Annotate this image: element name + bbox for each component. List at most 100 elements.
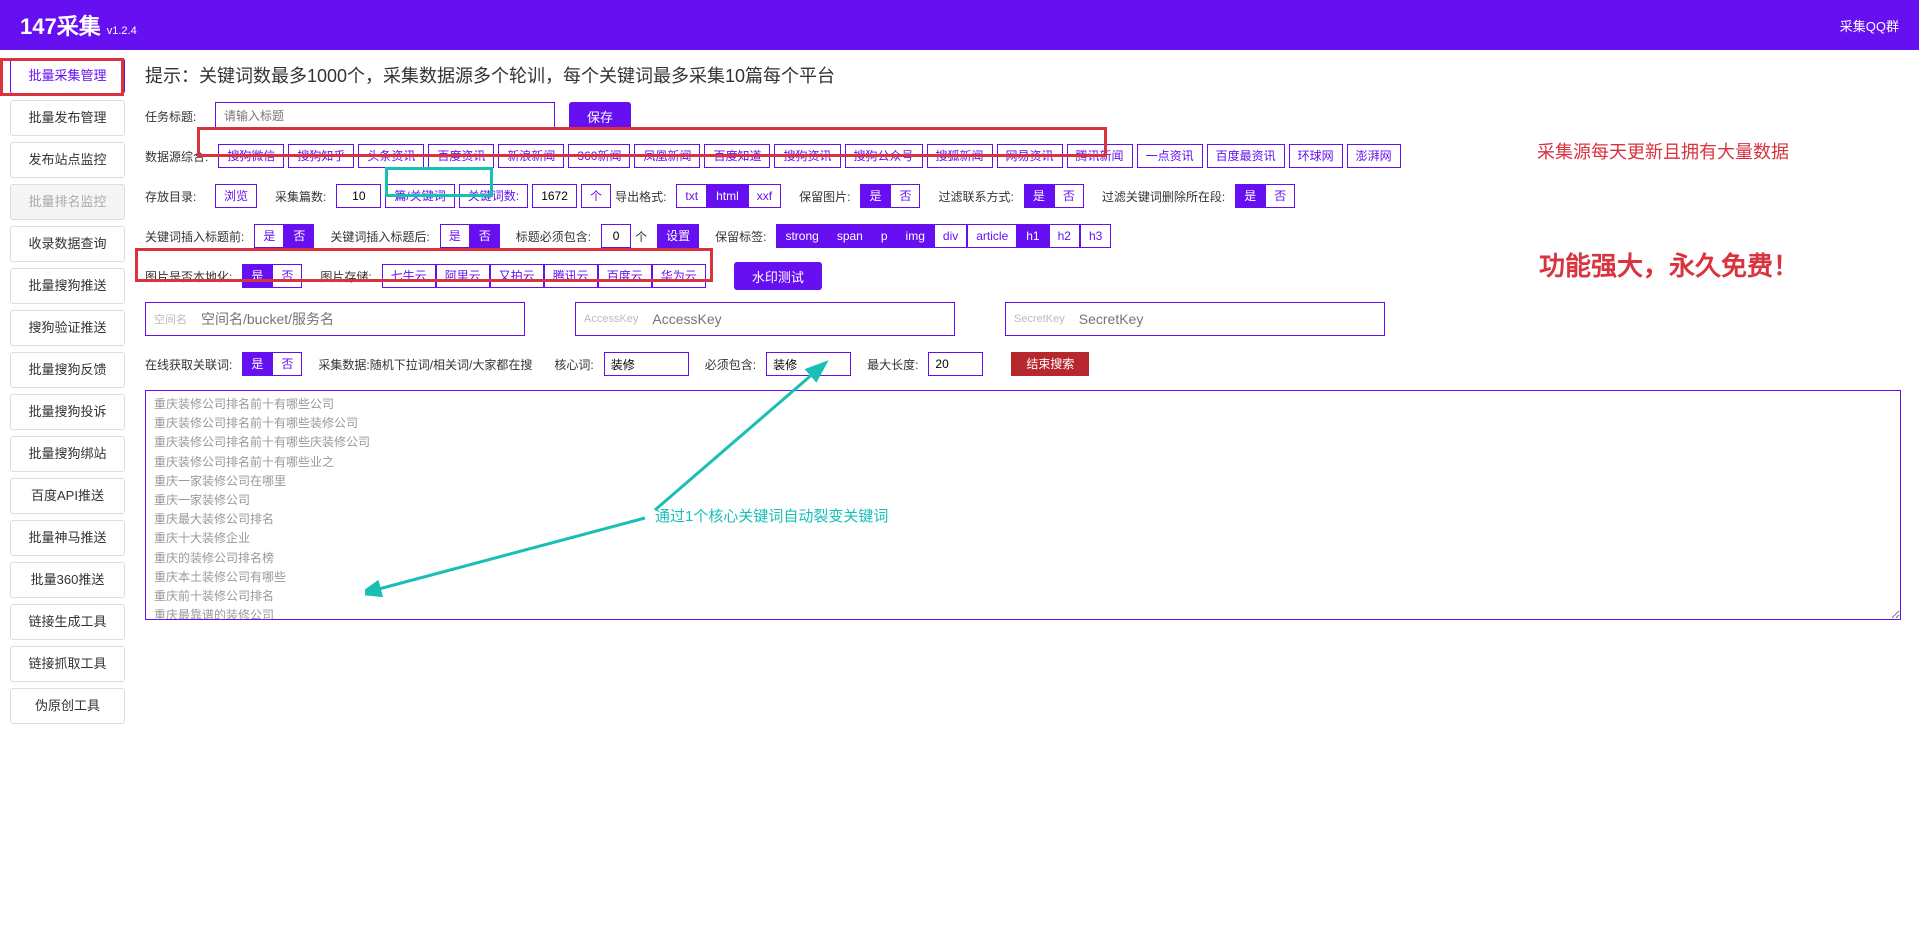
keepimg-no[interactable]: 否 bbox=[890, 184, 920, 208]
sidebar-item-15[interactable]: 伪原创工具 bbox=[10, 688, 125, 724]
save-button[interactable]: 保存 bbox=[569, 102, 631, 130]
source-tag-16[interactable]: 澎湃网 bbox=[1347, 144, 1401, 168]
keepimg-yes[interactable]: 是 bbox=[860, 184, 890, 208]
cloud-2[interactable]: 又拍云 bbox=[490, 264, 544, 288]
cloud-1[interactable]: 阿里云 bbox=[436, 264, 490, 288]
source-tag-8[interactable]: 搜狗资讯 bbox=[774, 144, 840, 168]
img-store-label: 图片存储: bbox=[320, 268, 371, 285]
source-tag-14[interactable]: 百度最资讯 bbox=[1207, 144, 1285, 168]
filter-contact-label: 过滤联系方式: bbox=[938, 188, 1013, 205]
sidebar: 批量采集管理批量发布管理发布站点监控批量排名监控收录数据查询批量搜狗推送搜狗验证… bbox=[0, 50, 135, 738]
source-tag-6[interactable]: 凤凰新闻 bbox=[634, 144, 700, 168]
task-title-label: 任务标题: bbox=[145, 108, 205, 125]
source-tag-4[interactable]: 新浪新闻 bbox=[498, 144, 564, 168]
source-tag-9[interactable]: 搜狗公众号 bbox=[845, 144, 923, 168]
cloud-3[interactable]: 腾讯云 bbox=[544, 264, 598, 288]
htmltag-strong[interactable]: strong bbox=[776, 224, 827, 248]
space-prefix: 空间名 bbox=[146, 311, 195, 327]
sidebar-item-7[interactable]: 批量搜狗反馈 bbox=[10, 352, 125, 388]
sidebar-item-1[interactable]: 批量发布管理 bbox=[10, 100, 125, 136]
source-tag-2[interactable]: 头条资讯 bbox=[358, 144, 424, 168]
htmltag-article[interactable]: article bbox=[967, 224, 1017, 248]
watermark-test-button[interactable]: 水印测试 bbox=[734, 262, 822, 290]
task-title-input[interactable] bbox=[215, 102, 555, 130]
ak-input[interactable] bbox=[646, 303, 954, 335]
title-must-input[interactable] bbox=[601, 224, 631, 248]
fmt-xxf[interactable]: xxf bbox=[748, 184, 781, 208]
source-tag-13[interactable]: 一点资讯 bbox=[1137, 144, 1203, 168]
filter-contact-no[interactable]: 否 bbox=[1054, 184, 1084, 208]
online-kw-yes[interactable]: 是 bbox=[242, 352, 272, 376]
source-tag-11[interactable]: 网易资讯 bbox=[997, 144, 1063, 168]
sidebar-item-9[interactable]: 批量搜狗绑站 bbox=[10, 436, 125, 472]
sidebar-item-12[interactable]: 批量360推送 bbox=[10, 562, 125, 598]
img-local-label: 图片是否本地化: bbox=[145, 268, 232, 285]
sidebar-item-5[interactable]: 批量搜狗推送 bbox=[10, 268, 125, 304]
htmltag-h2[interactable]: h2 bbox=[1049, 224, 1080, 248]
max-len-input[interactable] bbox=[928, 352, 983, 376]
source-tag-15[interactable]: 环球网 bbox=[1289, 144, 1343, 168]
htmltag-p[interactable]: p bbox=[872, 224, 897, 248]
delkw-yes[interactable]: 是 bbox=[1235, 184, 1265, 208]
space-name-field[interactable]: 空间名 bbox=[145, 302, 525, 336]
sidebar-item-3: 批量排名监控 bbox=[10, 184, 125, 220]
fmt-txt[interactable]: txt bbox=[676, 184, 707, 208]
source-tag-12[interactable]: 腾讯新闻 bbox=[1067, 144, 1133, 168]
htmltag-div[interactable]: div bbox=[934, 224, 967, 248]
htmltag-span[interactable]: span bbox=[828, 224, 872, 248]
htmltag-h3[interactable]: h3 bbox=[1080, 224, 1111, 248]
must-contain-input[interactable] bbox=[766, 352, 851, 376]
browse-button[interactable]: 浏览 bbox=[215, 184, 257, 208]
keepimg-label: 保留图片: bbox=[799, 188, 850, 205]
cloud-4[interactable]: 百度云 bbox=[598, 264, 652, 288]
sidebar-item-4[interactable]: 收录数据查询 bbox=[10, 226, 125, 262]
before-title-no[interactable]: 否 bbox=[284, 224, 314, 248]
filter-contact-yes[interactable]: 是 bbox=[1024, 184, 1054, 208]
before-title-yes[interactable]: 是 bbox=[254, 224, 284, 248]
cloud-5[interactable]: 华为云 bbox=[652, 264, 706, 288]
space-input[interactable] bbox=[195, 303, 524, 335]
keywords-textarea[interactable] bbox=[145, 390, 1901, 620]
sidebar-item-13[interactable]: 链接生成工具 bbox=[10, 604, 125, 640]
source-tag-7[interactable]: 百度知道 bbox=[704, 144, 770, 168]
sidebar-item-6[interactable]: 搜狗验证推送 bbox=[10, 310, 125, 346]
before-title-label: 关键词插入标题前: bbox=[145, 228, 244, 245]
source-tag-3[interactable]: 百度资讯 bbox=[428, 144, 494, 168]
count-input[interactable] bbox=[336, 184, 381, 208]
img-local-yes[interactable]: 是 bbox=[242, 264, 272, 288]
sidebar-item-2[interactable]: 发布站点监控 bbox=[10, 142, 125, 178]
annotation-cyan-text: 通过1个核心关键词自动裂变关键词 bbox=[655, 505, 888, 526]
sidebar-item-8[interactable]: 批量搜狗投诉 bbox=[10, 394, 125, 430]
end-search-button[interactable]: 结束搜索 bbox=[1011, 352, 1089, 376]
after-title-yes[interactable]: 是 bbox=[440, 224, 470, 248]
source-tag-1[interactable]: 搜狗知乎 bbox=[288, 144, 354, 168]
htmltag-h1[interactable]: h1 bbox=[1017, 224, 1048, 248]
sidebar-item-11[interactable]: 批量神马推送 bbox=[10, 520, 125, 556]
core-kw-label: 核心词: bbox=[554, 356, 593, 373]
htmltag-img[interactable]: img bbox=[897, 224, 934, 248]
secretkey-field[interactable]: SecretKey bbox=[1005, 302, 1385, 336]
core-kw-input[interactable] bbox=[604, 352, 689, 376]
page-tip: 提示：关键词数最多1000个，采集数据源多个轮训，每个关键词最多采集10篇每个平… bbox=[145, 62, 1901, 88]
online-kw-label: 在线获取关联词: bbox=[145, 356, 232, 373]
sk-input[interactable] bbox=[1073, 303, 1384, 335]
title-must-set[interactable]: 设置 bbox=[657, 224, 699, 248]
sidebar-item-0[interactable]: 批量采集管理 bbox=[10, 58, 125, 94]
source-tag-10[interactable]: 搜狐新闻 bbox=[927, 144, 993, 168]
source-tag-5[interactable]: 360新闻 bbox=[568, 144, 630, 168]
online-kw-no[interactable]: 否 bbox=[272, 352, 302, 376]
source-tag-0[interactable]: 搜狗微信 bbox=[218, 144, 284, 168]
kw-input[interactable] bbox=[532, 184, 577, 208]
fmt-html[interactable]: html bbox=[707, 184, 748, 208]
app-version: v1.2.4 bbox=[107, 25, 137, 37]
accesskey-field[interactable]: AccessKey bbox=[575, 302, 955, 336]
qq-group-link[interactable]: 采集QQ群 bbox=[1840, 16, 1899, 35]
sidebar-item-14[interactable]: 链接抓取工具 bbox=[10, 646, 125, 682]
dir-label: 存放目录: bbox=[145, 188, 205, 205]
sidebar-item-10[interactable]: 百度API推送 bbox=[10, 478, 125, 514]
annotation-text-1: 采集源每天更新且拥有大量数据 bbox=[1537, 138, 1789, 164]
img-local-no[interactable]: 否 bbox=[272, 264, 302, 288]
delkw-no[interactable]: 否 bbox=[1265, 184, 1295, 208]
cloud-0[interactable]: 七牛云 bbox=[382, 264, 436, 288]
after-title-no[interactable]: 否 bbox=[470, 224, 500, 248]
